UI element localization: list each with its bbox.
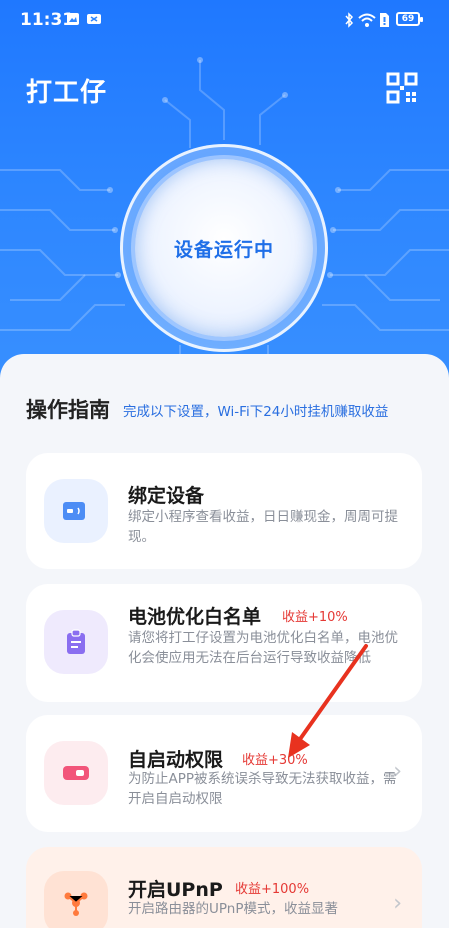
card-desc: 为防止APP被系统误杀导致无法获取收益，需开启自启动权限 bbox=[128, 771, 397, 807]
upnp-icon-tile bbox=[44, 871, 108, 928]
card-icon bbox=[63, 502, 85, 520]
chevron-right-icon: › bbox=[393, 891, 402, 916]
network-icon bbox=[64, 892, 88, 916]
card-title: 绑定设备 bbox=[128, 485, 205, 507]
bluetooth-icon bbox=[345, 12, 354, 28]
card-desc: 开启路由器的UPnP模式，收益显著 bbox=[128, 901, 338, 917]
guide-title: 操作指南 bbox=[26, 398, 110, 422]
clipboard-icon bbox=[67, 629, 85, 654]
card-bind-device[interactable]: 绑定设备 绑定小程序查看收益，日日赚现金，周周可提现。 bbox=[26, 453, 422, 569]
toggle-icon bbox=[63, 766, 89, 780]
message-notification-icon bbox=[87, 14, 101, 24]
status-bar: 11:31 69 bbox=[0, 0, 449, 40]
card-title: 电池优化白名单 bbox=[128, 606, 262, 628]
card-desc: 请您将打工仔设置为电池优化白名单，电池优化会使应用无法在后台运行导致收益降低 bbox=[128, 630, 398, 666]
wifi-icon bbox=[358, 13, 376, 27]
autostart-icon-tile bbox=[44, 741, 108, 805]
chevron-right-icon: › bbox=[393, 759, 402, 784]
battery-whitelist-icon-tile bbox=[44, 610, 108, 674]
qr-scan-icon[interactable] bbox=[386, 72, 418, 104]
card-badge: 收益+100% bbox=[235, 882, 310, 897]
card-title: 自启动权限 bbox=[128, 749, 224, 771]
card-battery-whitelist[interactable]: 电池优化白名单 收益+10% 请您将打工仔设置为电池优化白名单，电池优化会使应用… bbox=[26, 584, 422, 702]
device-status-button[interactable]: 设备运行中 bbox=[135, 159, 313, 337]
gallery-notification-icon bbox=[67, 13, 79, 25]
card-title: 开启UPnP bbox=[128, 879, 223, 901]
card-desc: 绑定小程序查看收益，日日赚现金，周周可提现。 bbox=[128, 509, 398, 545]
device-status-label: 设备运行中 bbox=[173, 238, 274, 261]
bind-device-icon-tile bbox=[44, 479, 108, 543]
guide-subtitle: 完成以下设置，Wi-Fi下24小时挂机赚取收益 bbox=[123, 404, 389, 420]
card-enable-upnp[interactable]: 开启UPnP 收益+100% 开启路由器的UPnP模式，收益显著 › bbox=[26, 847, 422, 928]
card-badge: 收益+30% bbox=[242, 753, 308, 768]
app-title: 打工仔 bbox=[26, 78, 108, 108]
card-badge: 收益+10% bbox=[282, 610, 348, 625]
card-autostart-permission[interactable]: 自启动权限 收益+30% 为防止APP被系统误杀导致无法获取收益，需开启自启动权… bbox=[26, 715, 422, 832]
battery-indicator: 69 bbox=[396, 12, 423, 26]
sim-alert-icon bbox=[380, 13, 389, 27]
